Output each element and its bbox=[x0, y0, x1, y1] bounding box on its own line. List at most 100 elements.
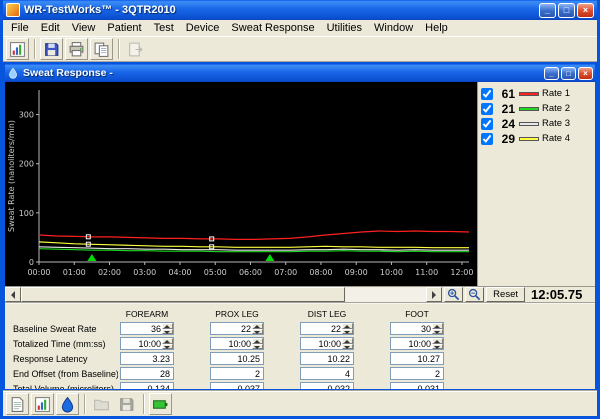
menu-help[interactable]: Help bbox=[419, 21, 454, 35]
scroll-right-button[interactable] bbox=[426, 287, 443, 302]
param-field-r3-c1[interactable]: 3.23 bbox=[120, 352, 174, 365]
legend-checkbox-2[interactable] bbox=[481, 102, 493, 115]
spin-down-button[interactable] bbox=[342, 343, 353, 349]
legend-color-swatch-1 bbox=[519, 91, 539, 96]
x-tick-label: 02:00 bbox=[98, 268, 121, 277]
param-field-r1-c4[interactable]: 30 bbox=[390, 322, 444, 335]
battery-button[interactable] bbox=[149, 393, 172, 415]
save-button[interactable] bbox=[40, 38, 63, 60]
legend-color-swatch-3 bbox=[519, 121, 539, 126]
child-close-button[interactable]: × bbox=[578, 66, 593, 80]
param-field-r3-c4[interactable]: 10.27 bbox=[390, 352, 444, 365]
copy-icon bbox=[93, 41, 110, 58]
menu-test[interactable]: Test bbox=[148, 21, 180, 35]
close-button[interactable]: × bbox=[577, 2, 594, 18]
scroll-thumb[interactable] bbox=[21, 287, 346, 302]
param-row-label: Response Latency bbox=[13, 353, 88, 364]
sweat-chart: 0 100 200 300 00:00 01:00 02:00 03:00 04:00 05:00… bbox=[5, 82, 477, 286]
param-field-r4-c2[interactable]: 2 bbox=[210, 367, 264, 380]
param-field-value: 10.27 bbox=[417, 353, 440, 364]
print-button[interactable] bbox=[65, 38, 88, 60]
legend-row-2: 21 Rate 2 bbox=[481, 101, 593, 116]
param-field-r1-c3[interactable]: 22 bbox=[300, 322, 354, 335]
chart-area: 0 100 200 300 00:00 01:00 02:00 03:00 04:00 05:00… bbox=[5, 82, 595, 286]
legend-checkbox-3[interactable] bbox=[481, 117, 493, 130]
param-field-value: 0.031 bbox=[417, 383, 440, 390]
menu-window[interactable]: Window bbox=[368, 21, 419, 35]
droplet-icon bbox=[59, 396, 76, 413]
x-tick-label: 12:00 bbox=[450, 268, 473, 277]
report-button[interactable] bbox=[6, 38, 29, 60]
x-tick-label: 00:00 bbox=[27, 268, 50, 277]
child-minimize-button[interactable]: _ bbox=[544, 66, 559, 80]
param-field-r2-c2[interactable]: 10:00 bbox=[210, 337, 264, 350]
copy-button[interactable] bbox=[90, 38, 113, 60]
scroll-left-button[interactable] bbox=[5, 287, 21, 302]
zoom-out-button[interactable] bbox=[465, 287, 485, 302]
parameters-panel: FOREARM PROX LEG DIST LEG FOOT Baseline Swe… bbox=[5, 302, 595, 389]
minimize-button[interactable]: _ bbox=[539, 2, 556, 18]
param-field-r1-c2[interactable]: 22 bbox=[210, 322, 264, 335]
param-field-r4-c1[interactable]: 28 bbox=[120, 367, 174, 380]
param-field-r3-c3[interactable]: 10.22 bbox=[300, 352, 354, 365]
param-field-r2-c4[interactable]: 10:00 bbox=[390, 337, 444, 350]
legend-checkbox-4[interactable] bbox=[481, 132, 493, 145]
zoom-in-button[interactable] bbox=[444, 287, 464, 302]
menu-view[interactable]: View bbox=[66, 21, 102, 35]
spin-down-button[interactable] bbox=[432, 328, 443, 334]
menu-patient[interactable]: Patient bbox=[101, 21, 147, 35]
child-maximize-button[interactable]: □ bbox=[561, 66, 576, 80]
spin-down-button[interactable] bbox=[162, 343, 173, 349]
report-icon bbox=[9, 41, 26, 58]
save-icon bbox=[118, 396, 135, 413]
report-button[interactable] bbox=[31, 393, 54, 415]
spinner-control bbox=[342, 338, 353, 349]
y-tick-label: 200 bbox=[19, 160, 34, 169]
document-button[interactable] bbox=[6, 393, 29, 415]
spin-down-button[interactable] bbox=[432, 343, 443, 349]
legend-color-swatch-2 bbox=[519, 106, 539, 111]
param-field-r1-c1[interactable]: 36 bbox=[120, 322, 174, 335]
export-button bbox=[124, 38, 147, 60]
legend-current-value-4: 29 bbox=[501, 131, 515, 146]
param-field-r3-c2[interactable]: 10.25 bbox=[210, 352, 264, 365]
export-icon bbox=[127, 41, 144, 58]
arrow-left-icon bbox=[7, 290, 15, 299]
menu-edit[interactable]: Edit bbox=[35, 21, 66, 35]
legend-row-3: 24 Rate 3 bbox=[481, 116, 593, 131]
menu-utilities[interactable]: Utilities bbox=[321, 21, 368, 35]
param-row-3: Response Latency 3.23 10.25 10.22 10.27 bbox=[13, 352, 595, 365]
spin-down-button[interactable] bbox=[252, 343, 263, 349]
scroll-track[interactable] bbox=[21, 287, 427, 302]
param-field-r4-c3[interactable]: 4 bbox=[300, 367, 354, 380]
param-field-r5-c1[interactable]: 0.134 bbox=[120, 382, 174, 389]
legend-color-swatch-4 bbox=[519, 136, 539, 141]
x-tick-label: 03:00 bbox=[133, 268, 156, 277]
param-field-r2-c3[interactable]: 10:00 bbox=[300, 337, 354, 350]
open-button bbox=[90, 393, 113, 415]
legend-row-4: 29 Rate 4 bbox=[481, 131, 593, 146]
param-field-r5-c4[interactable]: 0.031 bbox=[390, 382, 444, 389]
open-icon bbox=[93, 396, 110, 413]
spin-down-button[interactable] bbox=[252, 328, 263, 334]
param-field-r5-c2[interactable]: 0.037 bbox=[210, 382, 264, 389]
x-tick-label: 10:00 bbox=[380, 268, 403, 277]
child-window-controls: _ □ × bbox=[544, 66, 593, 80]
legend-series-label-1: Rate 1 bbox=[542, 88, 570, 99]
droplet-button[interactable] bbox=[56, 393, 79, 415]
reset-button[interactable]: Reset bbox=[486, 287, 525, 302]
menu-file[interactable]: File bbox=[5, 21, 35, 35]
y-axis-title: Sweat Rate (nanoliters/min) bbox=[7, 120, 16, 232]
param-field-r2-c1[interactable]: 10:00 bbox=[120, 337, 174, 350]
spin-down-button[interactable] bbox=[162, 328, 173, 334]
param-field-r5-c3[interactable]: 0.032 bbox=[300, 382, 354, 389]
param-field-r4-c4[interactable]: 2 bbox=[390, 367, 444, 380]
spin-down-button[interactable] bbox=[342, 328, 353, 334]
legend-checkbox-1[interactable] bbox=[481, 87, 493, 100]
menu-device[interactable]: Device bbox=[180, 21, 226, 35]
column-header-dist-leg: DIST LEG bbox=[307, 308, 347, 319]
maximize-button[interactable]: □ bbox=[558, 2, 575, 18]
param-field-value: 28 bbox=[159, 368, 170, 379]
menu-sweat-response[interactable]: Sweat Response bbox=[225, 21, 320, 35]
menu-bar: File Edit View Patient Test Device Sweat Respo… bbox=[3, 20, 597, 37]
